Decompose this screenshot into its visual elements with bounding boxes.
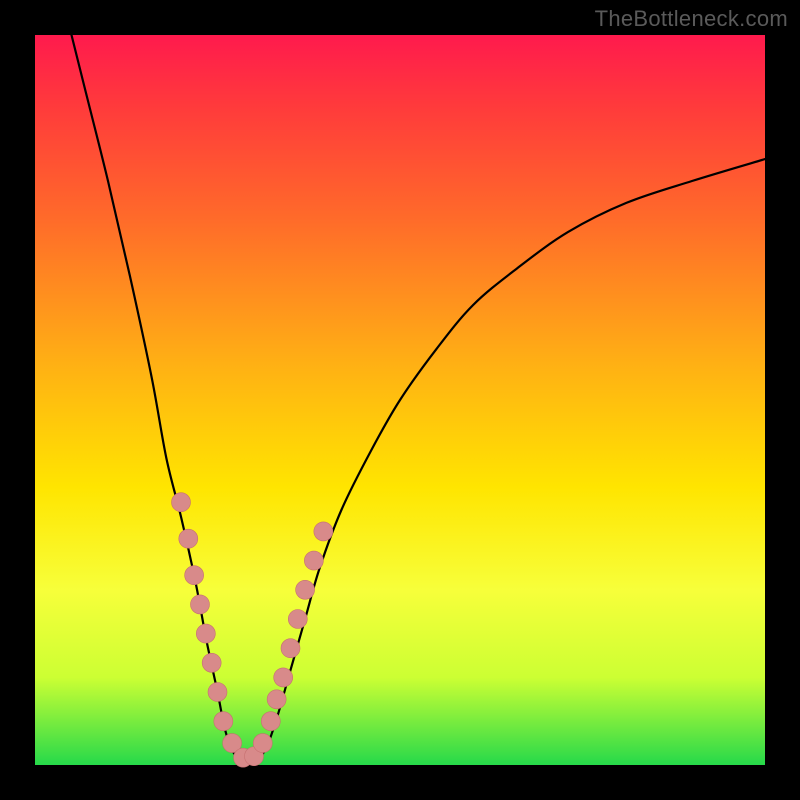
plot-area	[35, 35, 765, 765]
curve-marker	[208, 683, 227, 702]
v-curve	[72, 35, 766, 763]
curve-marker	[261, 712, 280, 731]
curve-marker	[314, 522, 333, 541]
curve-marker	[274, 668, 293, 687]
curve-marker	[296, 580, 315, 599]
curve-marker	[281, 639, 300, 658]
curve-marker	[196, 624, 215, 643]
curve-marker	[214, 712, 233, 731]
curve-marker	[179, 529, 198, 548]
curve-marker	[288, 610, 307, 629]
curve-marker	[253, 734, 272, 753]
marker-group	[172, 493, 333, 768]
curve-marker	[190, 595, 209, 614]
curve-layer	[35, 35, 765, 765]
chart-frame: TheBottleneck.com	[0, 0, 800, 800]
curve-marker	[267, 690, 286, 709]
curve-marker	[202, 653, 221, 672]
curve-marker	[185, 566, 204, 585]
curve-marker	[172, 493, 191, 512]
curve-marker	[304, 551, 323, 570]
watermark-text: TheBottleneck.com	[595, 6, 788, 32]
